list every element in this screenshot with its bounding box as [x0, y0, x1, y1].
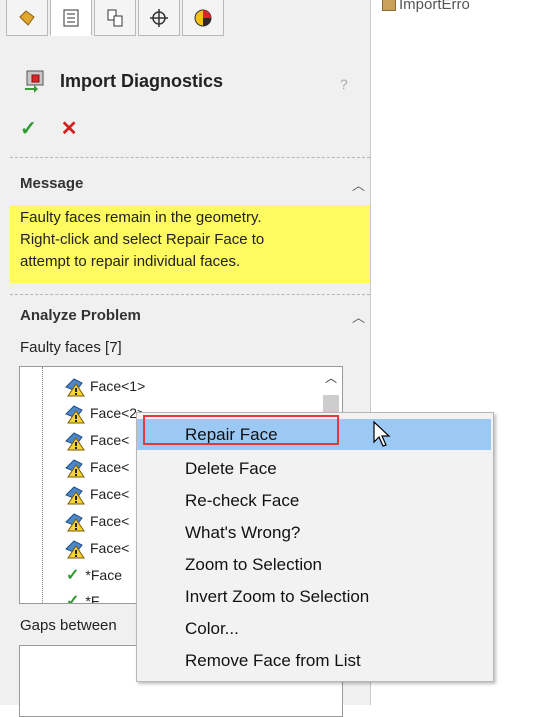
- manager-tab-bar: [6, 0, 226, 40]
- panel-title-row: Import Diagnostics: [22, 68, 223, 94]
- face-list-item[interactable]: Face<: [42, 509, 129, 533]
- message-line: Faulty faces remain in the geometry.: [20, 209, 262, 226]
- ok-cancel-group: ✓ ✕: [20, 116, 78, 141]
- menu-item-color[interactable]: Color...: [137, 613, 491, 644]
- context-menu: Repair Face Delete Face Re-check Face Wh…: [136, 412, 494, 682]
- property-manager-icon: [63, 9, 79, 26]
- face-list-item[interactable]: ✓ *Face: [42, 563, 122, 587]
- menu-item-whats-wrong[interactable]: What's Wrong?: [137, 517, 491, 548]
- gaps-label: Gaps between: [20, 617, 117, 634]
- ok-button[interactable]: ✓: [20, 116, 37, 141]
- repaired-check-icon: ✓: [66, 567, 80, 584]
- face-list-item[interactable]: Face<: [42, 455, 129, 479]
- tab-feature-manager[interactable]: [6, 0, 48, 36]
- menu-item-remove-face[interactable]: Remove Face from List: [137, 645, 491, 676]
- dimxpert-manager-icon: [150, 8, 168, 27]
- message-group-header[interactable]: Message: [20, 175, 83, 192]
- face-list-item[interactable]: ✓ *F: [42, 589, 100, 604]
- highlight-box: [143, 415, 339, 445]
- face-label: Face<: [90, 513, 130, 529]
- mouse-cursor-icon: [373, 420, 391, 447]
- message-box: Faulty faces remain in the geometry. Rig…: [10, 205, 370, 283]
- import-diagnostics-icon: [25, 70, 44, 93]
- face-label: Face<: [90, 459, 130, 475]
- face-label: Face<: [90, 432, 130, 448]
- menu-item-invert-zoom[interactable]: Invert Zoom to Selection: [137, 581, 491, 612]
- tab-configuration-manager[interactable]: [94, 0, 136, 36]
- analyze-group-header[interactable]: Analyze Problem: [20, 307, 141, 324]
- face-label: Face<: [90, 486, 130, 502]
- cancel-button[interactable]: ✕: [61, 116, 78, 141]
- faulty-faces-label: Faulty faces [7]: [20, 339, 122, 356]
- message-line: Right-click and select Repair Face to: [20, 231, 265, 248]
- menu-item-delete-face[interactable]: Delete Face: [137, 453, 491, 484]
- faulty-face-warning-icon: [65, 459, 85, 478]
- face-label: *F: [85, 593, 100, 604]
- faulty-face-warning-icon: [65, 378, 85, 397]
- configuration-manager-icon: [107, 9, 123, 26]
- faulty-face-warning-icon: [65, 405, 85, 424]
- face-label: Face<: [90, 540, 130, 556]
- collapse-analyze-icon[interactable]: ︿: [352, 307, 365, 326]
- tab-property-manager[interactable]: [50, 0, 92, 36]
- tab-display-manager[interactable]: [182, 0, 224, 36]
- face-list-item[interactable]: Face<: [42, 428, 129, 452]
- scroll-up-button[interactable]: ︿: [323, 369, 339, 387]
- display-manager-icon: [194, 9, 212, 26]
- menu-item-recheck-face[interactable]: Re-check Face: [137, 485, 491, 516]
- faulty-face-warning-icon: [65, 432, 85, 451]
- help-icon[interactable]: ?: [340, 76, 348, 92]
- page-title: Import Diagnostics: [60, 70, 224, 91]
- tab-dimxpert-manager[interactable]: [138, 0, 180, 36]
- faulty-face-warning-icon: [65, 486, 85, 505]
- face-list-item[interactable]: Face<1>: [42, 374, 145, 398]
- message-line: attempt to repair individual faces.: [20, 253, 241, 270]
- feature-manager-icon: [19, 9, 35, 26]
- face-list-item[interactable]: Face<: [42, 482, 129, 506]
- divider: [10, 294, 370, 295]
- divider: [10, 157, 370, 158]
- collapse-message-icon[interactable]: ︿: [352, 175, 365, 194]
- canvas-feature-label[interactable]: ImportErro: [382, 0, 470, 13]
- repaired-check-icon: ✓: [66, 593, 80, 604]
- faulty-face-warning-icon: [65, 513, 85, 532]
- face-label: Face<1>: [90, 378, 146, 394]
- menu-item-zoom-to-selection[interactable]: Zoom to Selection: [137, 549, 491, 580]
- imported-part-icon: [382, 0, 396, 12]
- face-label: *Face: [85, 567, 122, 583]
- faulty-face-warning-icon: [65, 540, 85, 559]
- face-list-item[interactable]: Face<: [42, 536, 129, 560]
- face-list-item[interactable]: Face<2>: [42, 401, 145, 425]
